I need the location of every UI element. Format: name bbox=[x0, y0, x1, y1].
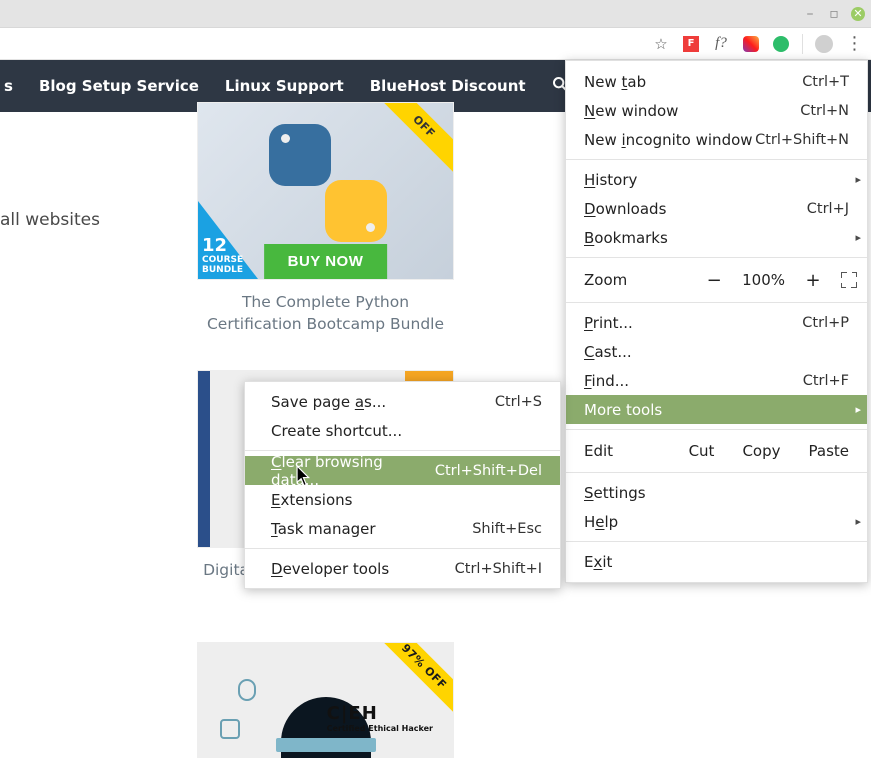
menu-find[interactable]: Find...Ctrl+F bbox=[566, 366, 867, 395]
submenu-extensions[interactable]: Extensions bbox=[245, 485, 560, 514]
product-card-python[interactable]: OFF 12 COURSEBUNDLE BUY NOW The Complete… bbox=[197, 102, 454, 335]
edit-paste[interactable]: Paste bbox=[809, 442, 850, 460]
nav-item-bluehost[interactable]: BlueHost Discount bbox=[370, 77, 526, 95]
menu-new-window[interactable]: New windowCtrl+N bbox=[566, 96, 867, 125]
ceh-logo: C|EHCertified Ethical Hacker bbox=[327, 703, 433, 733]
menu-separator bbox=[245, 450, 560, 451]
menu-more-tools[interactable]: More tools▸ bbox=[566, 395, 867, 424]
submenu-clear-browsing-data[interactable]: Clear browsing data...Ctrl+Shift+Del bbox=[245, 456, 560, 485]
browser-toolbar: ☆ F f? ⋮ bbox=[0, 28, 871, 60]
python-logo-icon bbox=[263, 118, 393, 248]
sidebar-text: all websites bbox=[0, 210, 100, 230]
fullscreen-button[interactable] bbox=[841, 272, 857, 288]
window-maximize-button[interactable]: ▫ bbox=[827, 7, 841, 21]
menu-bookmarks[interactable]: Bookmarks▸ bbox=[566, 223, 867, 252]
menu-downloads[interactable]: DownloadsCtrl+J bbox=[566, 194, 867, 223]
menu-help[interactable]: Help▸ bbox=[566, 507, 867, 536]
bookmark-star-icon[interactable]: ☆ bbox=[652, 35, 670, 53]
buy-now-button[interactable]: BUY NOW bbox=[264, 244, 388, 279]
zoom-value: 100% bbox=[742, 271, 785, 289]
menu-new-tab[interactable]: New tabCtrl+T bbox=[566, 67, 867, 96]
ext-flipboard-icon[interactable]: F bbox=[682, 35, 700, 53]
menu-separator bbox=[566, 472, 867, 473]
menu-cast[interactable]: Cast... bbox=[566, 337, 867, 366]
ext-grammarly-icon[interactable] bbox=[772, 35, 790, 53]
submenu-developer-tools[interactable]: Developer toolsCtrl+Shift+I bbox=[245, 554, 560, 583]
chrome-menu-button[interactable]: ⋮ bbox=[845, 35, 863, 53]
zoom-out-button[interactable]: − bbox=[706, 270, 722, 291]
window-close-button[interactable]: ✕ bbox=[851, 7, 865, 21]
menu-print[interactable]: Print...Ctrl+P bbox=[566, 308, 867, 337]
zoom-label: Zoom bbox=[584, 271, 706, 289]
submenu-save-page-as[interactable]: Save page as...Ctrl+S bbox=[245, 387, 560, 416]
menu-settings[interactable]: Settings bbox=[566, 478, 867, 507]
ext-instagram-icon[interactable] bbox=[742, 35, 760, 53]
bundle-badge-text: 12 COURSEBUNDLE bbox=[202, 237, 243, 275]
submenu-create-shortcut[interactable]: Create shortcut... bbox=[245, 416, 560, 445]
product-thumb: C|EHCertified Ethical Hacker 97% OFF bbox=[197, 642, 454, 758]
menu-exit[interactable]: Exit bbox=[566, 547, 867, 576]
ext-font-icon[interactable]: f? bbox=[712, 35, 730, 53]
menu-separator bbox=[245, 548, 560, 549]
nav-item-blog-setup[interactable]: Blog Setup Service bbox=[39, 77, 199, 95]
toolbar-separator bbox=[802, 34, 803, 54]
menu-edit-row: Edit Cut Copy Paste bbox=[566, 435, 867, 467]
menu-history[interactable]: History▸ bbox=[566, 165, 867, 194]
more-tools-submenu: Save page as...Ctrl+S Create shortcut...… bbox=[244, 381, 561, 589]
menu-separator bbox=[566, 257, 867, 258]
fingerprint-icon bbox=[238, 679, 256, 701]
edit-label: Edit bbox=[584, 442, 689, 460]
nav-item-linux-support[interactable]: Linux Support bbox=[225, 77, 344, 95]
nav-item-cut[interactable]: s bbox=[4, 77, 13, 95]
menu-separator bbox=[566, 159, 867, 160]
menu-separator bbox=[566, 429, 867, 430]
edit-copy[interactable]: Copy bbox=[742, 442, 780, 460]
edit-cut[interactable]: Cut bbox=[689, 442, 715, 460]
menu-new-incognito[interactable]: New incognito windowCtrl+Shift+N bbox=[566, 125, 867, 154]
menu-separator bbox=[566, 541, 867, 542]
profile-avatar-icon[interactable] bbox=[815, 35, 833, 53]
product-thumb: OFF 12 COURSEBUNDLE BUY NOW bbox=[197, 102, 454, 280]
menu-separator bbox=[566, 302, 867, 303]
product-card-ceh[interactable]: C|EHCertified Ethical Hacker 97% OFF bbox=[197, 642, 454, 758]
zoom-in-button[interactable]: + bbox=[805, 270, 821, 291]
window-minimize-button[interactable]: – bbox=[803, 7, 817, 21]
submenu-task-manager[interactable]: Task managerShift+Esc bbox=[245, 514, 560, 543]
chrome-main-menu: New tabCtrl+T New windowCtrl+N New incog… bbox=[565, 60, 868, 583]
menu-zoom-row: Zoom − 100% + bbox=[566, 263, 867, 297]
window-titlebar: – ▫ ✕ bbox=[0, 0, 871, 28]
lock-icon bbox=[220, 719, 240, 739]
product-title: The Complete Python Certification Bootca… bbox=[197, 292, 454, 335]
